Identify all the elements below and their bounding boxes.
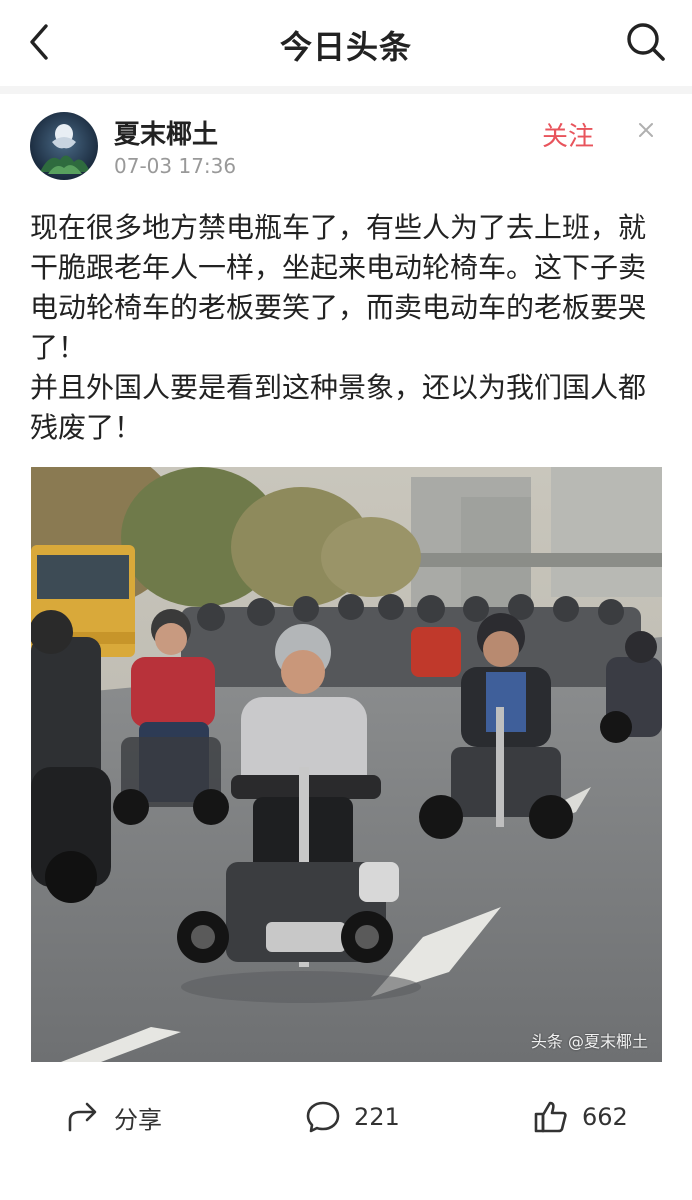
avatar[interactable] — [30, 112, 98, 180]
share-label: 分享 — [114, 1105, 162, 1134]
thumbs-up-icon — [534, 1101, 567, 1133]
share-icon — [68, 1102, 97, 1132]
like-button[interactable]: 662 — [532, 1092, 628, 1142]
post-timestamp: 07-03 17:36 — [114, 154, 237, 178]
image-watermark: 头条 @夏末椰土 — [530, 1032, 648, 1051]
author-name[interactable]: 夏末椰土 — [114, 114, 218, 151]
share-button[interactable]: 分享 — [64, 1092, 162, 1142]
comment-button[interactable]: 221 — [304, 1092, 400, 1142]
comment-icon — [306, 1101, 340, 1133]
search-icon — [627, 23, 665, 61]
like-count: 662 — [582, 1103, 628, 1131]
action-bar: 分享 221 662 — [0, 1080, 692, 1154]
post-paragraph: 现在很多地方禁电瓶车了，有些人为了去上班，就干脆跟老年人一样，坐起来电动轮椅车。… — [30, 211, 647, 364]
comment-count: 221 — [354, 1103, 400, 1131]
divider — [0, 86, 692, 94]
author-header: 夏末椰土 07-03 17:36 关注 — [0, 94, 692, 204]
post-paragraph: 并且外国人要是看到这种景象，还以为我们国人都残废了！ — [30, 371, 647, 444]
follow-button[interactable]: 关注 — [542, 116, 594, 153]
street-scene-image — [31, 467, 662, 1062]
dismiss-button[interactable] — [634, 118, 658, 142]
post-text: 现在很多地方禁电瓶车了，有些人为了去上班，就干脆跟老年人一样，坐起来电动轮椅车。… — [30, 208, 666, 448]
search-button[interactable] — [624, 20, 668, 64]
close-icon — [639, 123, 653, 137]
post-image[interactable]: 头条 @夏末椰土 — [31, 467, 662, 1062]
page-title: 今日头条 — [279, 28, 412, 66]
top-navigation-bar: 今日头条 — [0, 0, 692, 86]
